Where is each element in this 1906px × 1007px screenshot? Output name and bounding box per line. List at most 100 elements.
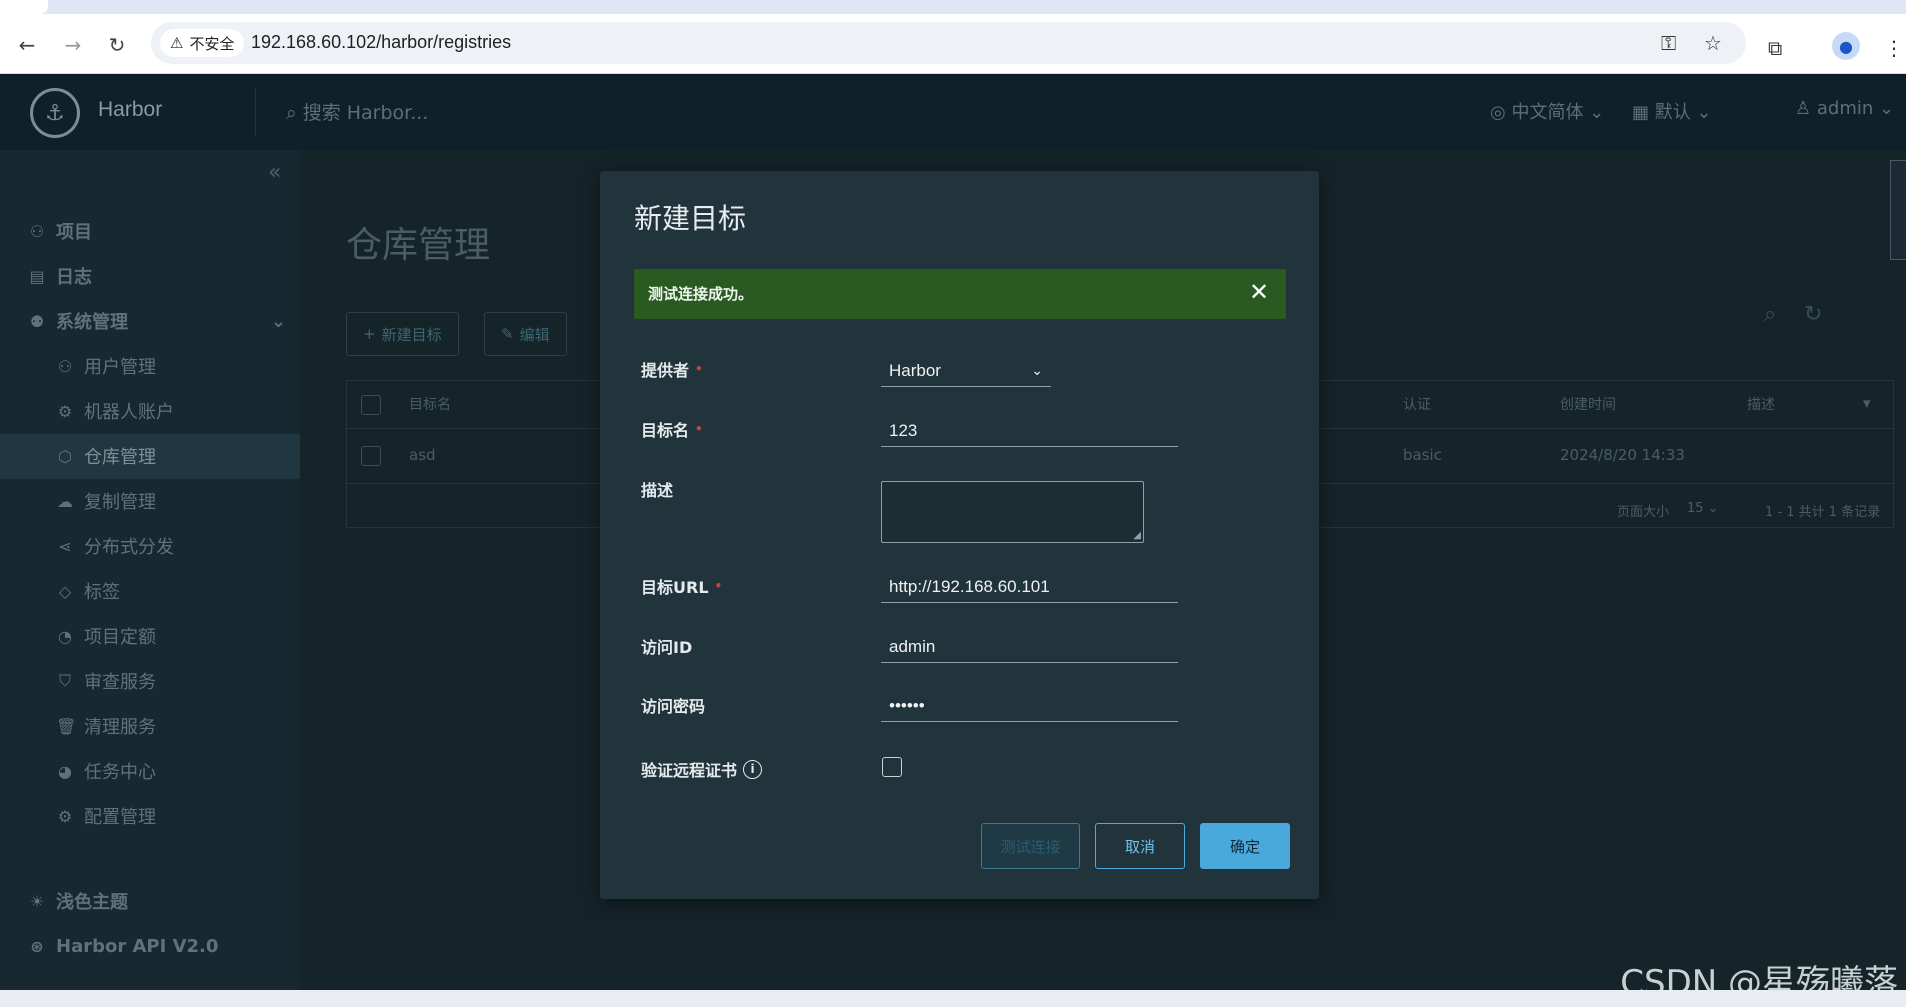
info-icon[interactable]: i [743, 759, 763, 779]
test-connection-button[interactable]: 测试连接 [981, 823, 1080, 869]
required-marker: • [695, 422, 703, 436]
brand-name: Harbor [98, 98, 163, 121]
search-input[interactable]: ⌕ 搜索 Harbor... [286, 98, 428, 125]
sidebar-item-labels[interactable]: ◇ 标签 [56, 576, 120, 606]
modal-title: 新建目标 [634, 202, 747, 235]
sidebar-item-replications[interactable]: ☁ 复制管理 [56, 486, 156, 516]
new-target-button[interactable]: + 新建目标 [346, 312, 459, 356]
access-secret-value: •••••• [889, 695, 925, 715]
sidebar-item-distribution[interactable]: ⋖ 分布式分发 [56, 531, 174, 561]
description-textarea[interactable]: ◢ [881, 481, 1144, 543]
ok-button[interactable]: 确定 [1200, 823, 1290, 869]
column-header-created[interactable]: 创建时间 [1560, 394, 1616, 414]
bookmark-star-icon[interactable]: ☆ [1704, 31, 1722, 55]
more-menu-icon[interactable]: ⋮ [1884, 36, 1904, 60]
sidebar-item-registries[interactable]: ⬡ 仓库管理 [56, 441, 156, 471]
chevron-down-icon: ⌄ [1589, 102, 1605, 123]
theme-toggle[interactable]: ☀ 浅色主题 [28, 886, 128, 916]
language-label: 中文简体 [1511, 102, 1584, 123]
success-alert: 测试连接成功。 ✕ [634, 269, 1286, 319]
url-label: 目标URL • [641, 574, 722, 598]
header-divider [255, 88, 256, 136]
plus-icon: + [363, 325, 376, 343]
access-id-value: admin [889, 636, 936, 656]
sidebar-item-label: 清理服务 [84, 717, 156, 738]
page-size-select[interactable]: 15 ⌄ [1687, 501, 1719, 516]
close-icon[interactable]: ✕ [1244, 277, 1274, 307]
date-format-dropdown[interactable]: ▦ 默认 ⌄ [1632, 98, 1712, 124]
sidebar-item-jobs[interactable]: ◕ 任务中心 [56, 756, 156, 786]
column-header-name[interactable]: 目标名 [409, 394, 451, 414]
security-label: 不安全 [189, 34, 235, 53]
sidebar-item-label: 机器人账户 [84, 402, 174, 423]
description-label-text: 描述 [641, 481, 674, 500]
extensions-icon[interactable]: ⧉ [1768, 36, 1782, 60]
sidebar-item-quotas[interactable]: ◔ 项目定额 [56, 621, 156, 651]
row-created: 2024/8/20 14:33 [1560, 446, 1685, 464]
url-value: http://192.168.60.101 [889, 576, 1050, 596]
sidebar-item-admin[interactable]: ⚉ 系统管理 ⌄ [28, 306, 286, 336]
admin-icon: ⚉ [29, 311, 45, 331]
provider-value: Harbor [889, 360, 941, 380]
forward-icon[interactable]: → [58, 30, 88, 60]
search-icon[interactable]: ⌕ [1764, 302, 1776, 327]
key-icon[interactable]: ⚿ [1661, 31, 1676, 55]
chevron-down-icon: ⌄ [1031, 362, 1043, 378]
select-all-checkbox[interactable] [361, 395, 381, 415]
user-menu[interactable]: ♙ admin ⌄ [1795, 98, 1894, 119]
resize-grip-icon[interactable]: ◢ [1133, 530, 1141, 541]
sidebar-item-robots[interactable]: ⚙ 机器人账户 [56, 396, 174, 426]
refresh-icon[interactable]: ↻ [1804, 302, 1822, 327]
filter-icon[interactable]: ▾ [1863, 394, 1871, 412]
pagination-summary: 1 - 1 共计 1 条记录 [1765, 505, 1881, 520]
collapse-sidebar-icon[interactable]: « [268, 160, 281, 185]
url-text[interactable]: 192.168.60.102/harbor/registries [251, 32, 511, 53]
url-label-text: 目标URL [641, 578, 709, 597]
access-secret-input[interactable]: •••••• [881, 690, 1178, 722]
verify-cert-label-text: 验证远程证书 [641, 761, 738, 780]
back-icon[interactable]: ← [12, 30, 42, 60]
sidebar-item-label: 日志 [56, 267, 92, 288]
name-input[interactable]: 123 [881, 415, 1178, 447]
sidebar-item-projects[interactable]: ⚇ 项目 [28, 216, 92, 246]
sidebar-item-gc[interactable]: 🗑 清理服务 [56, 711, 156, 741]
profile-avatar[interactable]: ● [1832, 32, 1860, 60]
access-id-input[interactable]: admin [881, 631, 1178, 663]
sidebar-item-users[interactable]: ⚇ 用户管理 [56, 351, 156, 381]
access-secret-label: 访问密码 [641, 693, 705, 717]
search-placeholder: 搜索 Harbor... [302, 102, 429, 124]
sidebar-item-label: 任务中心 [84, 762, 156, 783]
column-header-desc[interactable]: 描述 [1747, 394, 1775, 414]
api-icon: ⊛ [30, 936, 44, 956]
page-size-value: 15 [1687, 501, 1704, 516]
api-link[interactable]: ⊛ Harbor API V2.0 [28, 931, 218, 961]
user-icon: ♙ [1795, 98, 1812, 119]
column-header-auth[interactable]: 认证 [1403, 394, 1431, 414]
address-bar[interactable]: ⚠ 不安全 192.168.60.102/harbor/registries ⚿… [151, 22, 1746, 64]
language-dropdown[interactable]: ◎ 中文简体 ⌄ [1490, 98, 1604, 124]
browser-tab[interactable] [0, 0, 48, 14]
sidebar-item-scanners[interactable]: ⛉ 审查服务 [56, 666, 156, 696]
security-chip[interactable]: ⚠ 不安全 [160, 29, 245, 57]
sidebar-item-label: 标签 [84, 582, 120, 603]
log-icon: ▤ [29, 266, 45, 286]
name-label: 目标名 • [641, 417, 703, 441]
edit-button[interactable]: ✎ 编辑 [484, 312, 567, 356]
row-checkbox[interactable] [361, 446, 381, 466]
reload-icon[interactable]: ↻ [102, 30, 132, 60]
chevron-down-icon: ⌄ [1696, 102, 1712, 123]
verify-cert-checkbox[interactable] [882, 757, 902, 777]
cancel-button[interactable]: 取消 [1095, 823, 1185, 869]
sidebar-item-config[interactable]: ⚙ 配置管理 [56, 801, 156, 831]
access-id-label-text: 访问ID [641, 638, 693, 657]
side-panel-tab[interactable] [1890, 160, 1906, 260]
sidebar-item-label: 仓库管理 [84, 447, 156, 468]
name-label-text: 目标名 [641, 421, 690, 440]
provider-select[interactable]: Harbor ⌄ [881, 355, 1051, 387]
url-input[interactable]: http://192.168.60.101 [881, 571, 1178, 603]
dashboard-icon: ◕ [58, 761, 72, 781]
sidebar-item-logs[interactable]: ▤ 日志 [28, 261, 92, 291]
new-target-label: 新建目标 [381, 325, 442, 344]
tag-icon: ◇ [58, 581, 72, 601]
provider-label-text: 提供者 [641, 361, 690, 380]
